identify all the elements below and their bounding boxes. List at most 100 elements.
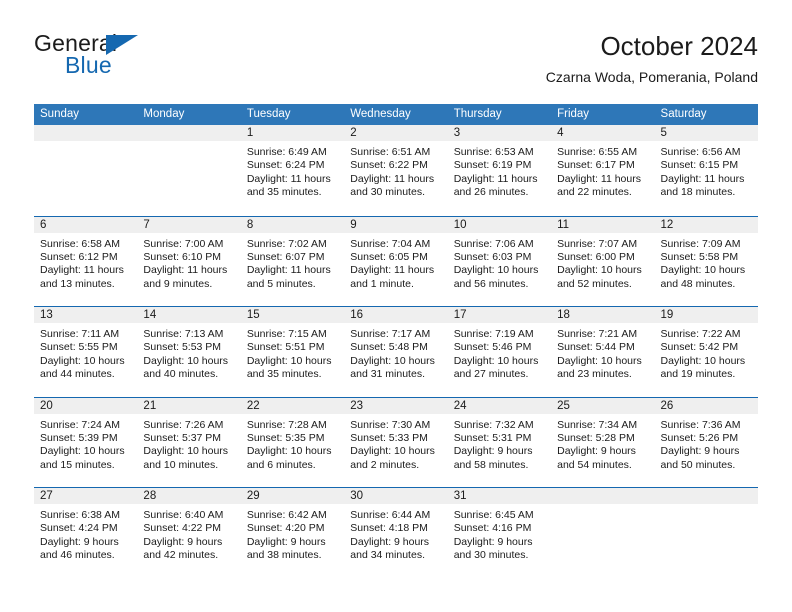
calendar-day-cell[interactable]: 12 Sunrise: 7:09 AM Sunset: 5:58 PM Dayligh… [654,216,758,307]
brand-logo[interactable]: General Blue [34,32,254,88]
day-details: Sunrise: 7:22 AM Sunset: 5:42 PM Daylight:… [655,323,758,382]
day-details: Sunrise: 6:49 AM Sunset: 6:24 PM Daylight:… [241,141,344,200]
day-number-band: 31 [447,488,552,504]
sunset-text: Sunset: 5:53 PM [143,341,222,354]
day-number: 17 [453,309,467,321]
sunset-text: Sunset: 6:24 PM [246,159,325,172]
calendar-day-cell[interactable]: 20 Sunrise: 7:24 AM Sunset: 5:39 PM Dayligh… [34,397,138,488]
sunrise-text: Sunrise: 6:49 AM [246,146,327,158]
calendar-day-cell[interactable]: 7 Sunrise: 7:00 AM Sunset: 6:10 PM Daylight… [137,216,241,307]
calendar-day-cell[interactable]: 25 Sunrise: 7:34 AM Sunset: 5:28 PM Dayligh… [551,397,655,488]
calendar-day-cell[interactable]: 31 Sunrise: 6:45 AM Sunset: 4:16 PM Dayligh… [447,488,552,578]
calendar-day-cell[interactable]: 10 Sunrise: 7:06 AM Sunset: 6:03 PM Dayligh… [447,216,552,307]
calendar-day-cell[interactable]: 3 Sunrise: 6:53 AM Sunset: 6:19 PM Daylight… [447,125,552,216]
calendar-day-cell[interactable]: 18 Sunrise: 7:21 AM Sunset: 5:44 PM Dayligh… [551,307,655,397]
sunset-text: Sunset: 6:07 PM [246,250,325,263]
calendar-day-cell[interactable]: 17 Sunrise: 7:19 AM Sunset: 5:46 PM Dayligh… [447,307,552,397]
calendar-day-cell[interactable]: 27 Sunrise: 6:38 AM Sunset: 4:24 PM Dayligh… [34,488,138,578]
calendar-day-cell[interactable]: 24 Sunrise: 7:32 AM Sunset: 5:31 PM Dayligh… [447,397,552,488]
calendar-day-cell[interactable]: 30 Sunrise: 6:44 AM Sunset: 4:18 PM Dayligh… [344,488,448,578]
daylight-text: Daylight: 10 hours [557,354,642,367]
calendar-day-cell[interactable]: 28 Sunrise: 6:40 AM Sunset: 4:22 PM Dayligh… [137,488,241,578]
weekday-header-wednesday: Wednesday [350,108,411,120]
daylight-text: Daylight: 9 hours [453,535,533,548]
calendar-day-cell[interactable]: 9 Sunrise: 7:04 AM Sunset: 6:05 PM Daylight… [344,216,448,307]
sunset-text: Sunset: 6:12 PM [40,250,118,263]
calendar-day-cell[interactable]: 1 Sunrise: 6:49 AM Sunset: 6:24 PM Daylight… [240,125,345,216]
sunrise-text: Sunrise: 7:21 AM [557,328,638,340]
calendar-day-cell[interactable]: 22 Sunrise: 7:28 AM Sunset: 5:35 PM Dayligh… [240,397,345,488]
calendar-day-cell[interactable]: 14 Sunrise: 7:13 AM Sunset: 5:53 PM Dayligh… [137,307,241,397]
day-number-band: 27 [34,488,138,504]
calendar-day-cell[interactable]: 15 Sunrise: 7:15 AM Sunset: 5:51 PM Dayligh… [240,307,345,397]
daylight-text-cont: and 50 minutes. [660,458,736,471]
day-details: Sunrise: 6:58 AM Sunset: 6:12 PM Daylight:… [34,233,137,292]
day-number: 19 [660,309,674,321]
sunrise-text: Sunrise: 6:44 AM [350,509,431,521]
daylight-text: Daylight: 9 hours [143,535,223,548]
calendar-page: General Blue October 2024 Czarna Woda, P… [0,0,792,612]
daylight-text: Daylight: 11 hours [557,172,641,185]
daylight-text: Daylight: 11 hours [40,264,124,277]
calendar-week-row: 27 Sunrise: 6:38 AM Sunset: 4:24 PM Dayligh… [34,487,758,578]
daylight-text: Daylight: 9 hours [246,535,326,548]
calendar-day-cell[interactable]: 23 Sunrise: 7:30 AM Sunset: 5:33 PM Dayligh… [344,397,448,488]
daylight-text-cont: and 44 minutes. [40,368,115,381]
calendar-day-cell[interactable]: 2 Sunrise: 6:51 AM Sunset: 6:22 PM Daylight… [344,125,448,216]
sunset-text: Sunset: 6:15 PM [660,159,739,172]
calendar-day-cell[interactable]: 11 Sunrise: 7:07 AM Sunset: 6:00 PM Dayligh… [551,216,655,307]
day-number: 9 [350,218,357,231]
sunset-text: Sunset: 6:00 PM [557,250,635,263]
calendar-day-cell[interactable]: 13 Sunrise: 7:11 AM Sunset: 5:55 PM Dayligh… [34,307,138,397]
sunset-text: Sunset: 6:03 PM [453,250,532,263]
day-number-band: 5 [654,125,758,141]
calendar-day-cell[interactable]: 16 Sunrise: 7:17 AM Sunset: 5:48 PM Dayligh… [344,307,448,397]
calendar-day-cell[interactable]: 5 Sunrise: 6:56 AM Sunset: 6:15 PM Daylight… [654,125,758,216]
sunset-text: Sunset: 5:37 PM [143,431,222,444]
sunset-text: Sunset: 4:18 PM [350,522,428,535]
sunset-text: Sunset: 4:16 PM [453,522,532,535]
daylight-text-cont: and 38 minutes. [246,549,322,562]
daylight-text-cont: and 5 minutes. [246,277,316,290]
calendar-day-cell[interactable]: 6 Sunrise: 6:58 AM Sunset: 6:12 PM Daylight… [34,216,138,307]
calendar-day-cell[interactable]: 19 Sunrise: 7:22 AM Sunset: 5:42 PM Dayligh… [654,307,758,397]
daylight-text: Daylight: 9 hours [350,535,430,548]
sunset-text: Sunset: 4:20 PM [246,522,325,535]
daylight-text: Daylight: 10 hours [453,264,539,277]
calendar-day-cell[interactable]: 26 Sunrise: 7:36 AM Sunset: 5:26 PM Dayligh… [654,397,758,488]
daylight-text-cont: and 15 minutes. [40,458,115,471]
day-number: 2 [350,127,357,139]
day-number-band [551,488,655,504]
sunset-text: Sunset: 5:42 PM [660,341,739,354]
sunset-text: Sunset: 5:55 PM [40,341,118,354]
sunrise-text: Sunrise: 7:09 AM [660,237,741,250]
day-details [34,141,137,146]
day-number: 24 [453,399,467,412]
day-number: 3 [453,127,461,139]
daylight-text: Daylight: 10 hours [143,445,229,458]
daylight-text-cont: and 26 minutes. [453,186,529,199]
day-number-band: 26 [654,397,758,414]
sunrise-text: Sunrise: 7:19 AM [453,328,534,340]
day-number-band: 9 [344,216,448,233]
day-details: Sunrise: 7:30 AM Sunset: 5:33 PM Daylight:… [344,414,447,473]
day-number: 15 [246,309,260,321]
daylight-text: Daylight: 10 hours [40,354,125,367]
daylight-text: Daylight: 10 hours [246,445,332,458]
calendar-week-row: 20 Sunrise: 7:24 AM Sunset: 5:39 PM Dayligh… [34,396,758,488]
daylight-text-cont: and 22 minutes. [557,186,632,199]
calendar-day-cell[interactable]: 29 Sunrise: 6:42 AM Sunset: 4:20 PM Dayligh… [240,488,345,578]
day-number-band: 23 [344,397,448,414]
day-number-band: 15 [240,307,345,323]
calendar-day-cell[interactable]: 4 Sunrise: 6:55 AM Sunset: 6:17 PM Daylight… [551,125,655,216]
day-number-band: 6 [34,216,138,233]
daylight-text-cont: and 10 minutes. [143,458,219,471]
day-number: 4 [557,127,564,139]
sunset-text: Sunset: 5:58 PM [660,250,739,263]
day-number-band: 30 [344,488,448,504]
calendar-day-cell[interactable]: 8 Sunrise: 7:02 AM Sunset: 6:07 PM Daylight… [240,216,345,307]
day-number-band: 20 [34,397,138,414]
day-details: Sunrise: 7:34 AM Sunset: 5:28 PM Daylight:… [551,414,654,473]
calendar-day-cell[interactable]: 21 Sunrise: 7:26 AM Sunset: 5:37 PM Dayligh… [137,397,241,488]
calendar-empty-cell [654,488,758,578]
